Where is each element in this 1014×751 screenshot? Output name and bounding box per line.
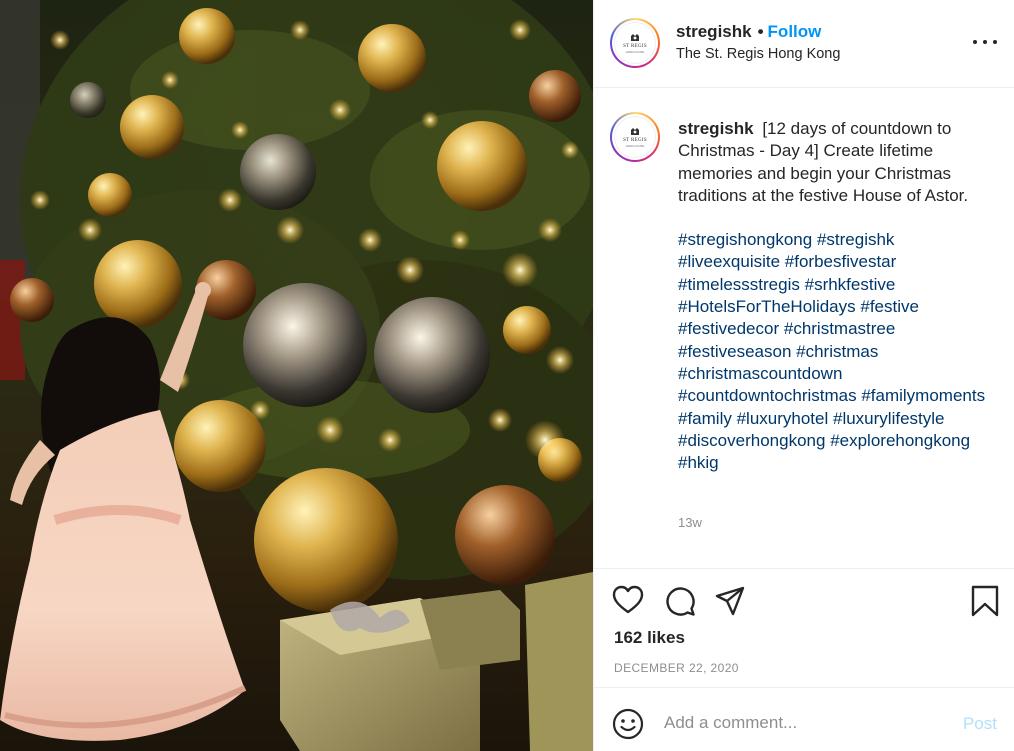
logo-subtext: HONG KONG bbox=[625, 144, 645, 148]
separator-dot: • bbox=[757, 22, 764, 41]
hashtag-link[interactable]: #liveexquisite bbox=[678, 252, 780, 271]
hashtag-link[interactable]: #christmastree bbox=[784, 319, 895, 338]
header-username[interactable]: stregishk bbox=[676, 22, 752, 41]
hashtag-link[interactable]: #discoverhongkong bbox=[678, 431, 825, 450]
location-link[interactable]: The St. Regis Hong Kong bbox=[676, 46, 840, 62]
caption-section: ST REGIS HONG KONG stregishk [12 days of… bbox=[594, 88, 1014, 568]
hashtag-link[interactable]: #christmascountdown bbox=[678, 364, 842, 383]
hashtag-link[interactable]: #luxuryhotel bbox=[737, 409, 829, 428]
crest-icon bbox=[631, 34, 639, 41]
st-regis-logo: ST REGIS HONG KONG bbox=[614, 116, 656, 158]
follow-button[interactable]: Follow bbox=[768, 22, 822, 41]
hashtag-link[interactable]: #hkig bbox=[678, 453, 719, 472]
hashtag-link[interactable]: #timelessstregis bbox=[678, 275, 800, 294]
emoji-icon[interactable] bbox=[612, 708, 644, 740]
hashtag-link[interactable]: #festivedecor bbox=[678, 319, 779, 338]
actions-section: 162 likes DECEMBER 22, 2020 bbox=[594, 568, 1014, 687]
hashtag-link[interactable]: #family bbox=[678, 409, 732, 428]
caption-avatar[interactable]: ST REGIS HONG KONG bbox=[610, 112, 660, 162]
header-user-line: stregishk • Follow bbox=[676, 22, 821, 42]
post-header: ST REGIS HONG KONG stregishk • Follow The … bbox=[594, 0, 1014, 88]
more-options-icon[interactable] bbox=[973, 32, 997, 52]
hashtag-link[interactable]: #festive bbox=[860, 297, 919, 316]
hashtag-link[interactable]: #festiveseason bbox=[678, 342, 791, 361]
crest-icon bbox=[631, 128, 639, 135]
comment-input[interactable] bbox=[664, 708, 944, 738]
caption-username[interactable]: stregishk bbox=[678, 119, 754, 138]
hashtag-link[interactable]: #christmas bbox=[796, 342, 878, 361]
post-photo[interactable] bbox=[0, 0, 593, 751]
post-comment-button[interactable]: Post bbox=[963, 714, 997, 734]
hashtag-link[interactable]: #stregishk bbox=[817, 230, 894, 249]
heart-icon[interactable] bbox=[612, 585, 644, 615]
bookmark-icon[interactable] bbox=[970, 585, 1000, 617]
add-comment-section: Post bbox=[594, 687, 1014, 751]
hashtag-link[interactable]: #luxurylifestyle bbox=[833, 409, 945, 428]
hashtag-link[interactable]: #HotelsForTheHolidays bbox=[678, 297, 856, 316]
hashtag-link[interactable]: #explorehongkong bbox=[830, 431, 970, 450]
post-date: DECEMBER 22, 2020 bbox=[614, 661, 739, 675]
hashtag-list: #stregishongkong #stregishk #liveexquisi… bbox=[678, 229, 998, 474]
avatar[interactable]: ST REGIS HONG KONG bbox=[610, 18, 660, 68]
christmas-tree-illustration bbox=[0, 0, 593, 751]
comment-icon[interactable] bbox=[664, 585, 696, 617]
hashtag-link[interactable]: #stregishongkong bbox=[678, 230, 812, 249]
st-regis-logo: ST REGIS HONG KONG bbox=[614, 22, 656, 64]
like-count[interactable]: 162 likes bbox=[614, 628, 685, 648]
share-icon[interactable] bbox=[714, 585, 746, 617]
hashtag-link[interactable]: #familymoments bbox=[861, 386, 985, 405]
caption-text: stregishk [12 days of countdown to Chris… bbox=[678, 118, 998, 474]
hashtag-link[interactable]: #forbesfivestar bbox=[785, 252, 897, 271]
post-age[interactable]: 13w bbox=[678, 515, 702, 530]
post-details-panel: ST REGIS HONG KONG stregishk • Follow The … bbox=[593, 0, 1014, 751]
logo-subtext: HONG KONG bbox=[625, 50, 645, 54]
hashtag-link[interactable]: #countdowntochristmas bbox=[678, 386, 857, 405]
hashtag-link[interactable]: #srhkfestive bbox=[805, 275, 896, 294]
